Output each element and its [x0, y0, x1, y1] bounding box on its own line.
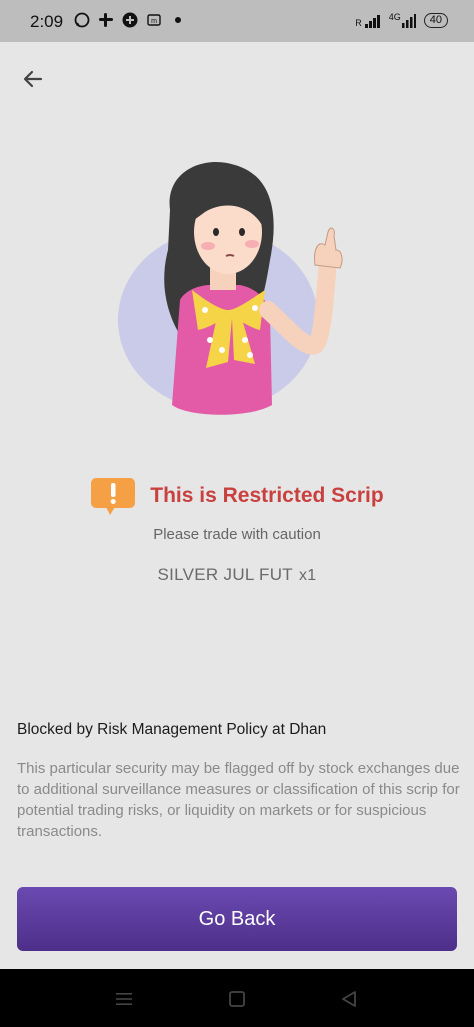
- roaming-label: R: [355, 17, 362, 28]
- restriction-title: This is Restricted Scrip: [150, 484, 384, 507]
- svg-text:m: m: [151, 18, 157, 25]
- menu-icon[interactable]: [114, 989, 134, 1009]
- status-time: 2:09: [30, 12, 64, 31]
- network-icon: 4G: [388, 11, 416, 28]
- go-back-button[interactable]: Go Back: [17, 887, 457, 951]
- policy-title: Blocked by Risk Management Policy at Dha…: [17, 721, 327, 738]
- scrip-name: SILVER JUL FUT: [157, 565, 293, 584]
- network-label: 4G: [388, 11, 401, 22]
- system-navigation-bar: [0, 969, 474, 1027]
- whatsapp-icon: [74, 12, 90, 28]
- triangle-back-icon[interactable]: [339, 989, 359, 1009]
- status-system-icons: R 4G 40: [355, 11, 448, 28]
- policy-description: This particular security may be flagged …: [17, 760, 460, 840]
- signal-icon: R: [355, 14, 381, 28]
- status-notification-icons: m: [74, 12, 186, 28]
- square-icon[interactable]: [227, 989, 247, 1009]
- status-bar: 2:09 m R 4G 40: [0, 0, 474, 42]
- dot-icon: [170, 12, 186, 28]
- arrow-left-icon: [23, 70, 43, 88]
- restriction-header: This is Restricted Scrip: [0, 476, 474, 516]
- scrip-info: SILVER JUL FUT x1: [0, 565, 474, 585]
- back-button[interactable]: [16, 62, 50, 96]
- restricted-illustration: [110, 150, 370, 420]
- message-icon: m: [146, 12, 162, 28]
- slack-icon: [98, 12, 114, 28]
- app-icon: [122, 12, 138, 28]
- caution-text: Please trade with caution: [153, 526, 321, 543]
- scrip-quantity: x1: [299, 567, 317, 584]
- warning-speech-icon: [90, 476, 136, 516]
- battery-icon: 40: [423, 13, 448, 28]
